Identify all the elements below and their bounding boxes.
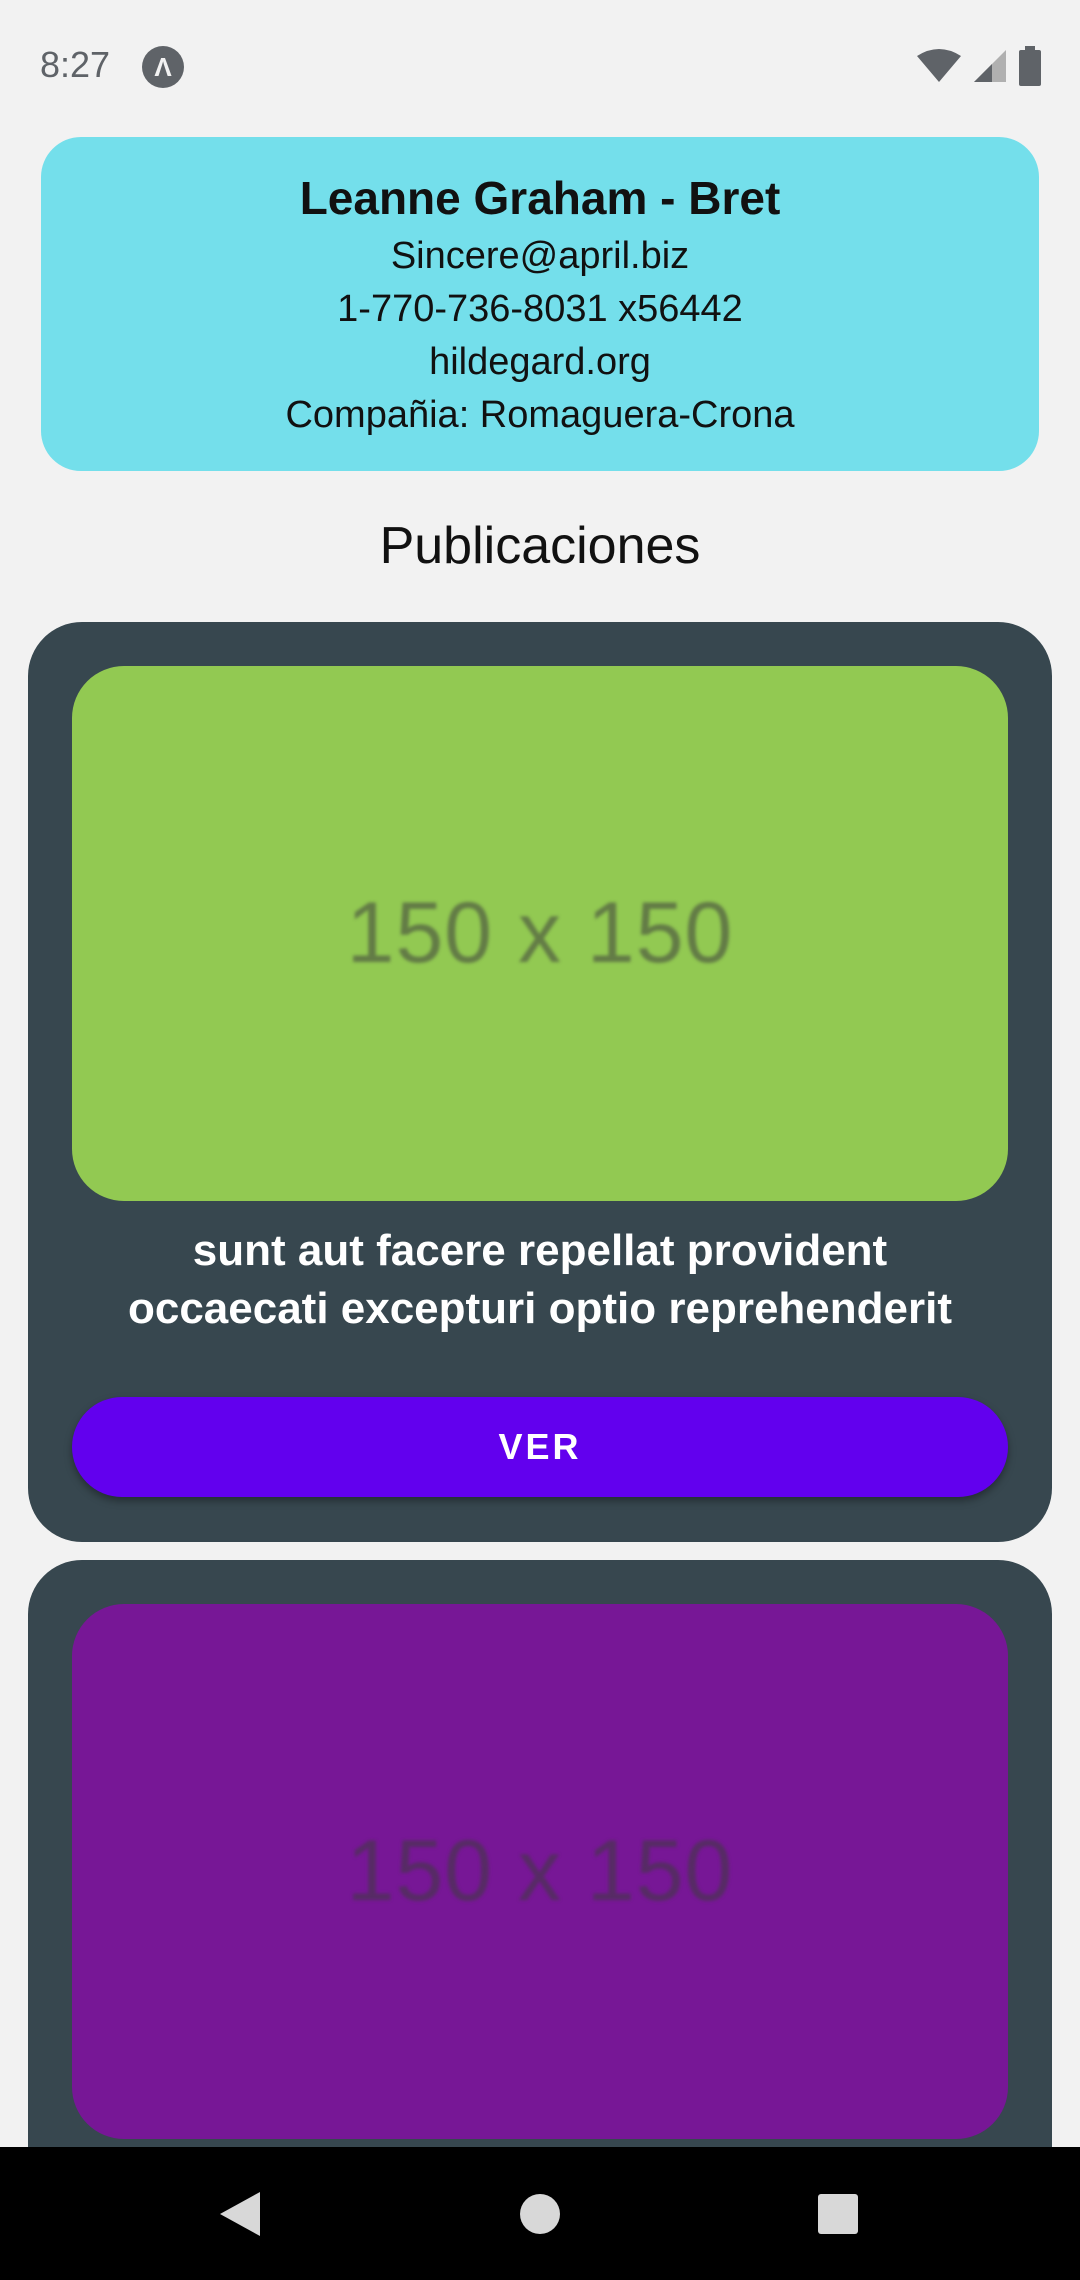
recents-icon [818, 2193, 858, 2234]
section-title: Publicaciones [379, 517, 701, 575]
profile-separator: - [647, 172, 689, 224]
profile-card: Leanne Graham - Bret Sincere@april.biz 1… [41, 137, 1039, 471]
home-icon [520, 2193, 560, 2234]
profile-name: Leanne Graham [299, 172, 648, 224]
screen: 8:27 Λ Leanne Graham - Bret Sincere@apri… [0, 0, 1080, 2280]
battery-icon [1019, 46, 1041, 86]
post-image: 150 x 150 [72, 666, 1008, 1201]
home-button[interactable] [480, 2147, 600, 2280]
navigation-bar [0, 2147, 1080, 2280]
post-title: sunt aut facere repellat provident occae… [127, 1226, 953, 1333]
ver-button[interactable]: VER [72, 1397, 1008, 1497]
profile-username: Bret [688, 172, 781, 224]
wifi-icon [917, 49, 961, 82]
back-button[interactable] [180, 2147, 300, 2280]
post-image-placeholder-text: 150 x 150 [346, 1823, 734, 1919]
signal-icon [974, 50, 1006, 82]
post-card: 150 x 150 sunt aut facere repellat provi… [28, 622, 1052, 1542]
profile-email: Sincere@april.biz [390, 235, 690, 277]
recents-button[interactable] [778, 2147, 898, 2280]
app-notification-icon: Λ [142, 46, 184, 88]
profile-phone: 1-770-736-8031 x56442 [337, 288, 743, 330]
back-icon [220, 2191, 260, 2236]
status-icons [916, 46, 1042, 86]
status-bar: 8:27 Λ [0, 0, 1080, 130]
profile-title: Leanne Graham - Bret [300, 166, 781, 230]
profile-company: Compañia: Romaguera-Crona [285, 394, 795, 436]
post-image: 150 x 150 [72, 1604, 1008, 2139]
status-time: 8:27 [40, 44, 111, 85]
profile-website: hildegard.org [429, 341, 651, 383]
post-image-placeholder-text: 150 x 150 [346, 885, 734, 981]
